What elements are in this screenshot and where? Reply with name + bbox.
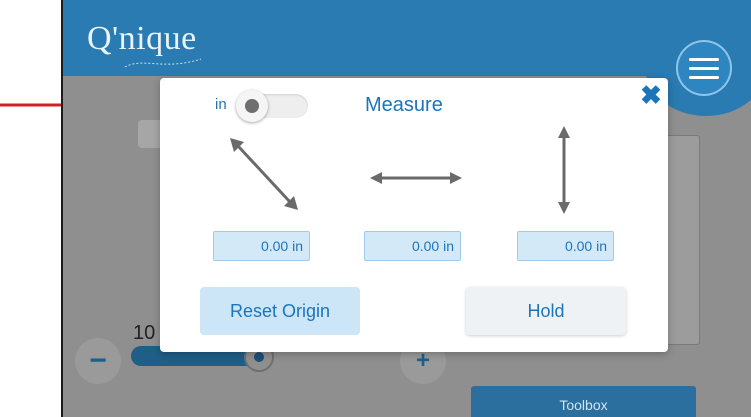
close-icon[interactable]: ✖ <box>638 82 664 108</box>
hamburger-menu-icon <box>689 57 719 61</box>
horizontal-arrow-icon <box>370 172 462 184</box>
horizontal-distance-field[interactable]: 0.00 in <box>364 231 461 261</box>
logo-swirl-icon <box>124 58 202 68</box>
dialog-title: Measure <box>365 94 443 116</box>
unit-toggle-knob[interactable] <box>236 90 268 122</box>
toolbox-button[interactable]: Toolbox <box>471 386 696 417</box>
unit-label: in <box>215 96 227 113</box>
reset-origin-button[interactable]: Reset Origin <box>200 287 360 335</box>
diagonal-distance-field[interactable]: 0.00 in <box>213 231 310 261</box>
zoom-out-button[interactable]: − <box>75 338 121 384</box>
measure-dialog: in Measure ✖ 0.00 in 0.00 in 0.00 in Res… <box>160 78 668 352</box>
vertical-distance-field[interactable]: 0.00 in <box>517 231 614 261</box>
zoom-value: 10 <box>133 322 156 344</box>
hold-button[interactable]: Hold <box>466 287 626 335</box>
diagonal-arrow-icon <box>230 138 298 210</box>
vertical-arrow-icon <box>558 126 570 214</box>
app-logo: Q'nique <box>87 20 197 57</box>
menu-button[interactable] <box>676 40 732 96</box>
